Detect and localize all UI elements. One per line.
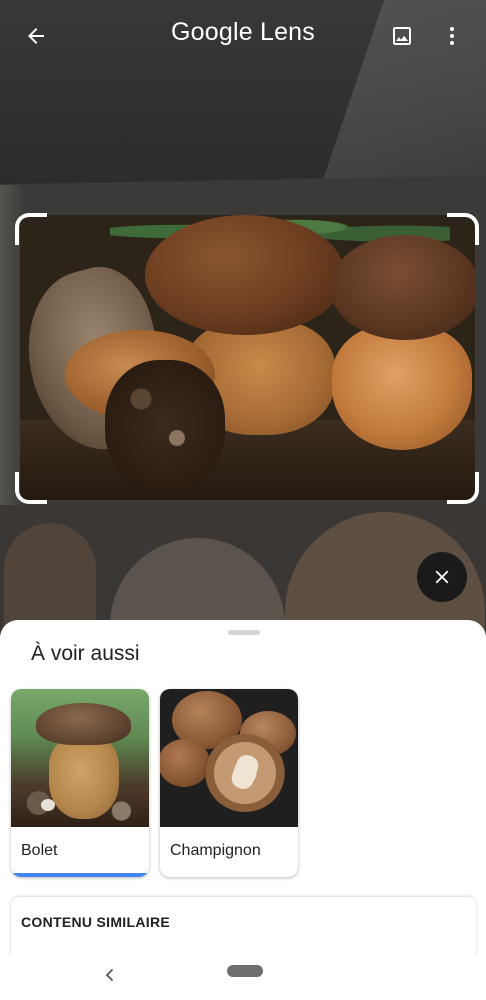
- image-icon: [393, 27, 411, 45]
- similar-content-title: CONTENU SIMILAIRE: [21, 914, 170, 930]
- selected-indicator: [11, 873, 149, 877]
- champignon-thumbnail: [160, 689, 298, 827]
- selection-corner-bottom-left[interactable]: [15, 472, 47, 504]
- nav-home-pill[interactable]: [227, 965, 263, 977]
- mushroom-right-stem: [332, 325, 472, 450]
- selection-corner-top-right[interactable]: [447, 213, 479, 245]
- selection-corner-top-left[interactable]: [15, 213, 47, 245]
- more-options-button[interactable]: [430, 14, 474, 58]
- camera-viewfinder[interactable]: [0, 0, 486, 660]
- sheet-drag-handle[interactable]: [228, 630, 260, 635]
- gallery-button[interactable]: [380, 14, 424, 58]
- nav-back-button[interactable]: [96, 961, 124, 989]
- selected-photo-region[interactable]: [20, 215, 475, 500]
- more-vert-icon: [450, 27, 454, 45]
- selection-corner-bottom-right[interactable]: [447, 472, 479, 504]
- mushroom-right-cap: [330, 235, 475, 340]
- result-card-bolet[interactable]: Bolet: [11, 689, 149, 877]
- sheet-title: À voir aussi: [31, 642, 140, 665]
- top-bar: Google Lens: [0, 0, 486, 72]
- close-button[interactable]: [417, 552, 467, 602]
- chevron-left-icon: [105, 969, 113, 981]
- card-label: Champignon: [170, 842, 261, 859]
- mushroom-center-cap: [145, 215, 345, 335]
- close-icon: [435, 570, 449, 584]
- similar-content-section[interactable]: CONTENU SIMILAIRE: [11, 897, 476, 957]
- results-bottom-sheet[interactable]: À voir aussi Bolet Champignon CONTENU SI…: [0, 620, 486, 957]
- card-label: Bolet: [21, 842, 58, 859]
- result-card-champignon[interactable]: Champignon: [160, 689, 298, 877]
- mushroom-front-dirt: [105, 360, 225, 490]
- bolet-thumbnail: [11, 689, 149, 827]
- system-navigation-bar: [0, 955, 486, 1000]
